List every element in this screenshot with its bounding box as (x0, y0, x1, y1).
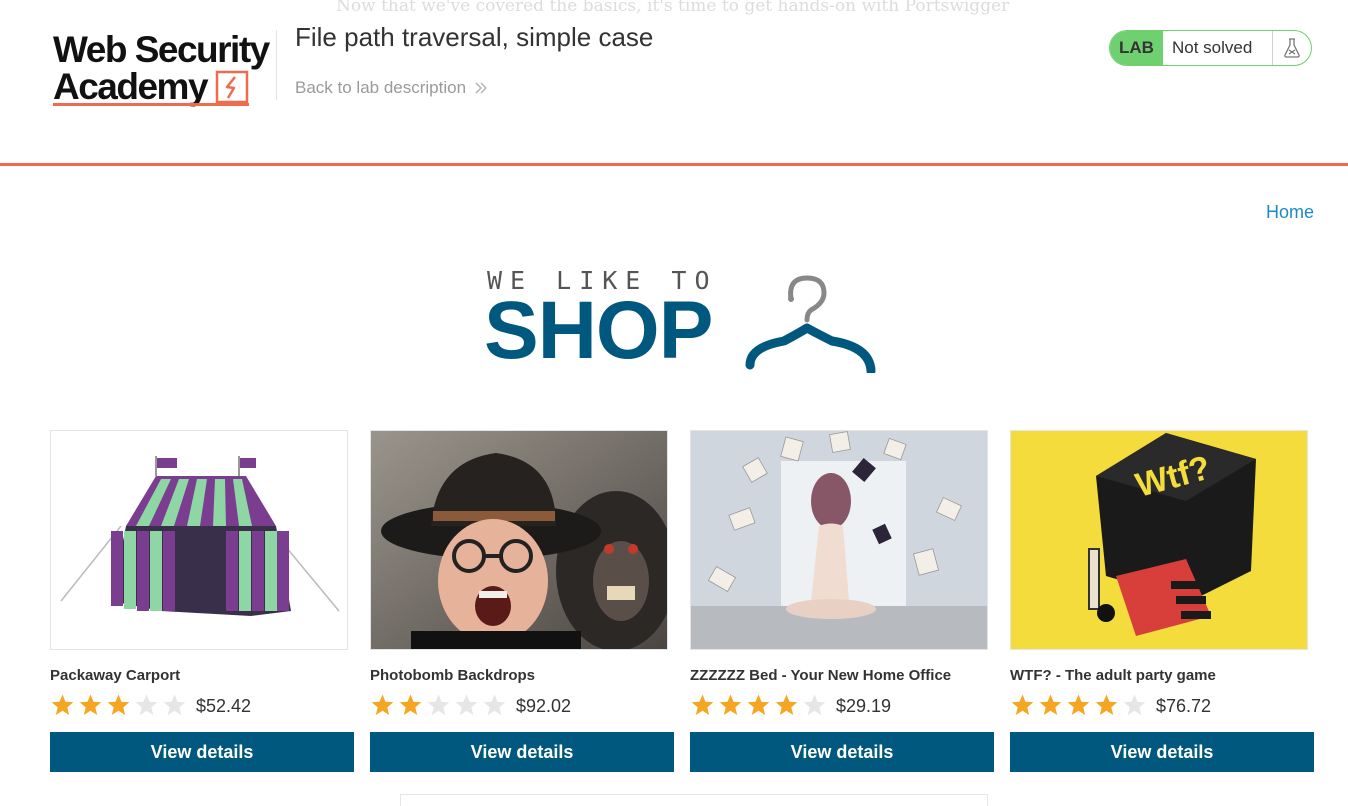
product-price: $52.42 (196, 696, 252, 716)
star-icon (79, 694, 102, 715)
star-icon (163, 694, 186, 715)
header-accent-rule (0, 163, 1348, 166)
product-image[interactable]: Wtf? (1010, 430, 1308, 650)
star-icon (803, 694, 826, 715)
star-icon (455, 694, 478, 715)
product-image[interactable] (370, 430, 668, 650)
lab-status-text: Not solved (1172, 38, 1253, 57)
double-chevron-right-icon (475, 82, 488, 94)
back-link-label: Back to lab description (295, 78, 467, 97)
lab-header: Web Security Academy File path traversal… (0, 0, 1348, 167)
star-icon (747, 694, 770, 715)
product-price: $29.19 (836, 696, 892, 716)
star-icon (1067, 694, 1090, 715)
logo-underline (53, 103, 249, 106)
star-icon (483, 694, 506, 715)
product-name: ZZZZZZ Bed - Your New Home Office (690, 667, 952, 684)
back-to-lab-description-link[interactable]: Back to lab description (295, 78, 488, 98)
logo-line-1: Web Security (53, 29, 270, 70)
product-image[interactable] (50, 430, 348, 650)
lightning-icon (215, 70, 249, 104)
star-icon (427, 694, 450, 715)
product-name: WTF? - The adult party game (1010, 667, 1216, 684)
product-name: Packaway Carport (50, 667, 181, 684)
view-details-button[interactable]: View details (50, 732, 354, 772)
star-icon (1011, 694, 1034, 715)
star-icon (107, 694, 130, 715)
product-price: $92.02 (516, 696, 572, 716)
product-image[interactable] (690, 430, 988, 650)
star-icon (775, 694, 798, 715)
product-card: Wtf? WTF? - The adult party game $76.72 … (1010, 430, 1314, 774)
view-details-button[interactable]: View details (1010, 732, 1314, 772)
header-divider (276, 30, 277, 100)
coat-hanger-icon (745, 275, 876, 373)
background-overflow-box (400, 794, 988, 806)
star-icon (1039, 694, 1062, 715)
star-icon (719, 694, 742, 715)
home-link[interactable]: Home (1266, 202, 1314, 223)
product-card: Photobomb Backdrops $92.02 View details (370, 430, 674, 774)
product-card: ZZZZZZ Bed - Your New Home Office $29.19… (690, 430, 994, 774)
logo-line-2: Academy (53, 66, 209, 107)
view-details-button[interactable]: View details (370, 732, 674, 772)
banner-title: SHOP (484, 285, 713, 376)
lab-badge: LAB (1110, 31, 1163, 65)
product-card: Packaway Carport $52.42 View details (50, 430, 354, 774)
star-icon (51, 694, 74, 715)
product-rating: $76.72 (1010, 692, 1211, 717)
view-details-button[interactable]: View details (690, 732, 994, 772)
product-rating: $29.19 (690, 692, 891, 717)
star-icon (135, 694, 158, 715)
star-icon (371, 694, 394, 715)
product-rating: $52.42 (50, 692, 251, 717)
web-security-academy-logo[interactable]: Web Security Academy (50, 29, 276, 109)
lab-status-widget: LAB Not solved (1109, 30, 1312, 66)
star-icon (1123, 694, 1146, 715)
star-icon (691, 694, 714, 715)
flask-icon (1272, 31, 1311, 65)
product-rating: $92.02 (370, 692, 571, 717)
lab-title: File path traversal, simple case (295, 22, 654, 52)
product-name: Photobomb Backdrops (370, 667, 536, 684)
shop-banner: WE LIKE TO SHOP (484, 262, 884, 382)
product-price: $76.72 (1156, 696, 1212, 716)
star-icon (399, 694, 422, 715)
star-icon (1095, 694, 1118, 715)
